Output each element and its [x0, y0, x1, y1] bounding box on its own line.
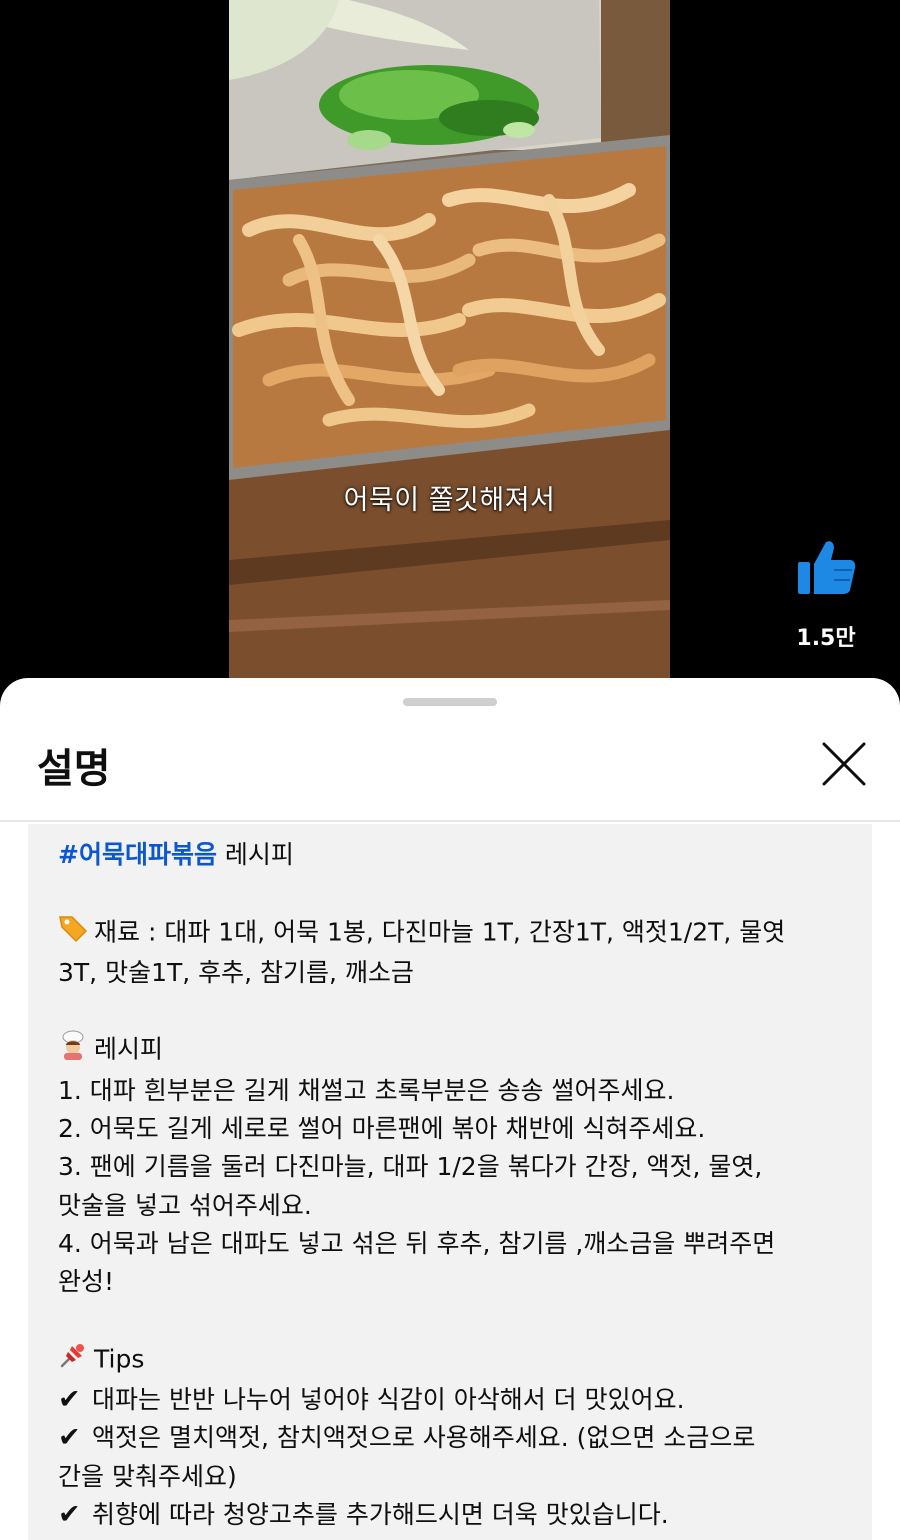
- video-food-image: [229, 0, 670, 700]
- like-button[interactable]: [780, 536, 872, 604]
- description-box: #어묵대파볶음 레시피 재료 : 대파 1대, 어묵 1봉, 다진마늘 1T, …: [28, 824, 872, 1540]
- ingredients-line-2: 3T, 맛술1T, 후추, 참기름, 깨소금: [58, 957, 414, 987]
- tip-2-cont: 간을 맞춰주세요): [58, 1461, 237, 1491]
- recipe-step-1: 1. 대파 흰부분은 길게 채썰고 초록부분은 송송 썰어주세요.: [58, 1075, 675, 1105]
- description-text: #어묵대파볶음 레시피 재료 : 대파 1대, 어묵 1봉, 다진마늘 1T, …: [58, 836, 858, 1534]
- recipe-step-3-cont: 맛술을 넣고 섞어주세요.: [58, 1190, 312, 1220]
- recipe-title-suffix: 레시피: [216, 840, 294, 869]
- like-count: 1.5만: [796, 626, 856, 651]
- ingredients-line: 재료 : 대파 1대, 어묵 1봉, 다진마늘 1T, 간장1T, 액젓1/2T…: [58, 913, 858, 954]
- check-mark-icon: ✔: [58, 1499, 81, 1531]
- hashtag-link[interactable]: #어묵대파볶음: [58, 840, 217, 869]
- divider: [0, 820, 900, 822]
- recipe-title-line: #어묵대파볶음 레시피: [58, 836, 858, 874]
- pushpin-icon: [58, 1340, 88, 1381]
- video-caption: 어묵이 쫄깃해져서: [343, 485, 556, 516]
- description-sheet: 설명 #어묵대파볶음 레시피 재료 : 대파 1대, 어묵 1봉, 다진마늘 1…: [0, 678, 900, 1540]
- tip-1: ✔ 대파는 반반 나누어 넣어야 식감이 아삭해서 더 맛있어요.: [58, 1381, 858, 1419]
- tip-2: ✔ 액젓은 멸치액젓, 참치액젓으로 사용해주세요. (없으면 소금으로: [58, 1419, 858, 1457]
- recipe-header: 레시피: [58, 1030, 858, 1071]
- check-mark-icon: ✔: [58, 1384, 81, 1416]
- cook-icon: [58, 1030, 88, 1071]
- video-player[interactable]: 어묵이 쫄깃해져서 1.5만: [0, 0, 900, 700]
- recipe-step-4: 4. 어묵과 남은 대파도 넣고 섞은 뒤 후추, 참기름 ,깨소금을 뿌려주면: [58, 1228, 776, 1258]
- recipe-step-2: 2. 어묵도 길게 세로로 썰어 마른팬에 볶아 채반에 식혀주세요.: [58, 1114, 706, 1144]
- tips-header: Tips: [58, 1340, 858, 1381]
- close-icon: [822, 742, 866, 786]
- check-mark-icon: ✔: [58, 1422, 81, 1454]
- drag-handle[interactable]: [403, 698, 497, 706]
- close-button[interactable]: [818, 738, 870, 790]
- sheet-title: 설명: [37, 746, 111, 792]
- recipe-step-3: 3. 팬에 기름을 둘러 다진마늘, 대파 1/2을 볶다가 간장, 액젓, 물…: [58, 1152, 763, 1182]
- video-frame[interactable]: [229, 0, 670, 700]
- label-tag-icon: [58, 913, 88, 954]
- tip-3: ✔ 취향에 따라 청양고추를 추가해드시면 더욱 맛있습니다.: [58, 1496, 858, 1534]
- thumbs-up-icon: [798, 541, 856, 594]
- recipe-step-4-cont: 완성!: [58, 1267, 115, 1297]
